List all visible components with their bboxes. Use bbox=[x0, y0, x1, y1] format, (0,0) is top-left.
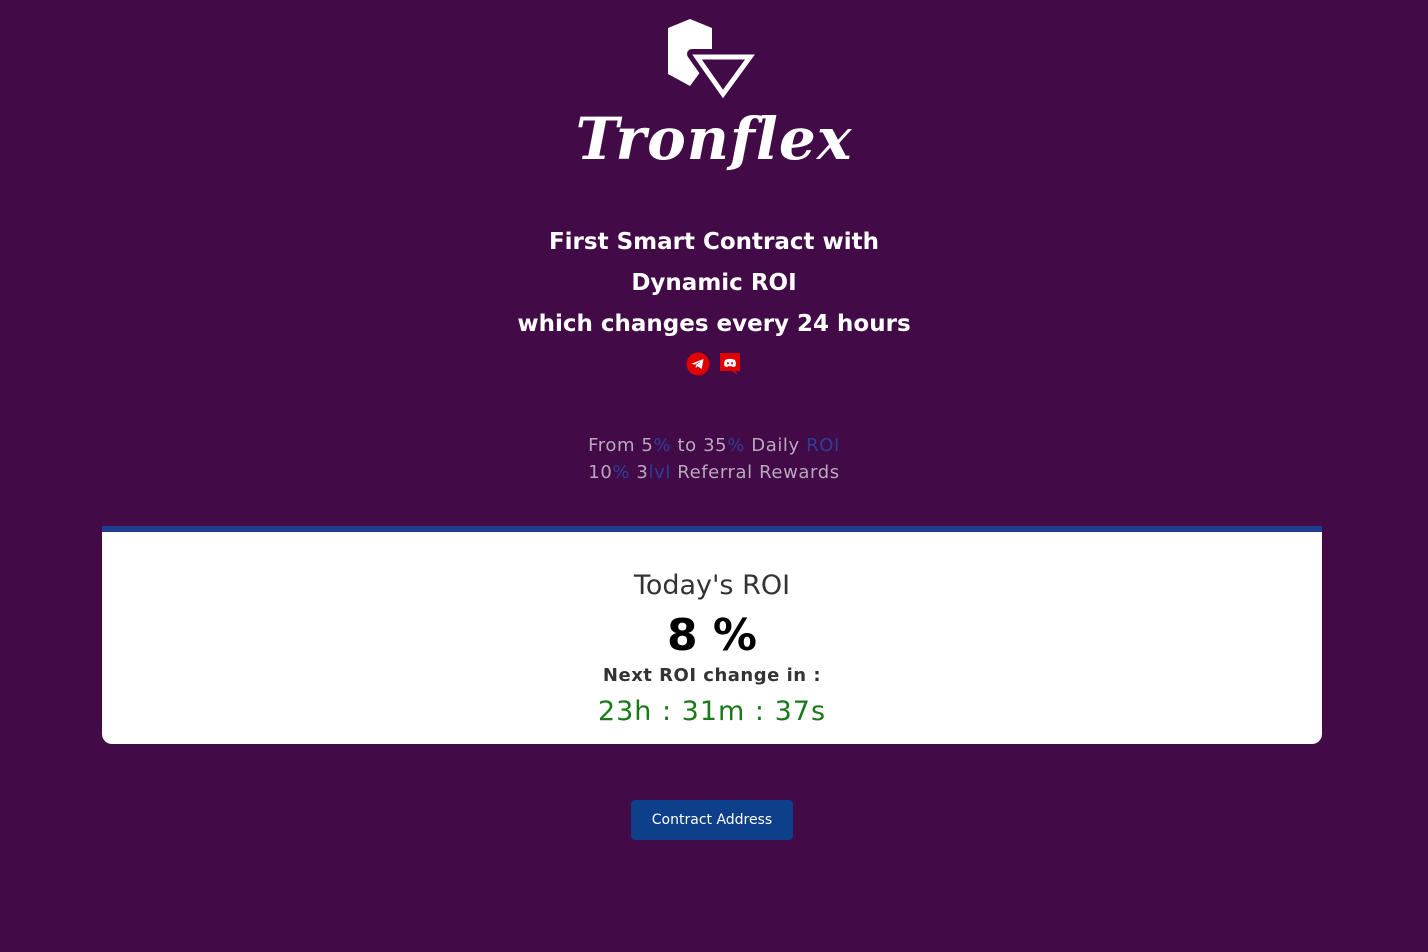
todays-roi-card: Today's ROI 8 % Next ROI change in : 23h… bbox=[102, 526, 1322, 744]
headline-line-1: First Smart Contract with bbox=[548, 229, 880, 255]
tronflex-logo-icon bbox=[668, 19, 759, 103]
feature-highlight: ROI bbox=[806, 435, 840, 456]
roi-countdown: 23h : 31m : 37s bbox=[597, 696, 827, 727]
feature-text: 3 bbox=[630, 462, 649, 483]
feature-text: 10 bbox=[588, 462, 613, 483]
feature-highlight: lvl bbox=[648, 462, 671, 483]
contract-address-button[interactable]: Contract Address bbox=[631, 800, 793, 840]
feature-highlight: % bbox=[727, 435, 745, 456]
telegram-icon[interactable] bbox=[686, 352, 710, 376]
feature-daily-roi: From 5% to 35% Daily ROI bbox=[0, 432, 1428, 459]
headline-line-2: Dynamic ROI bbox=[631, 270, 797, 296]
brand-name: Tronflex bbox=[575, 105, 853, 173]
next-roi-label: Next ROI change in : bbox=[602, 665, 822, 686]
landing-page: Tronflex First Smart Contract with Dynam… bbox=[0, 0, 1428, 952]
feature-referral: 10% 3lvl Referral Rewards bbox=[0, 459, 1428, 486]
feature-text: to 35 bbox=[671, 435, 728, 456]
feature-highlight: % bbox=[653, 435, 672, 456]
social-links bbox=[0, 352, 1428, 376]
discord-icon[interactable] bbox=[718, 352, 742, 376]
feature-highlight: % bbox=[612, 462, 631, 483]
feature-text: Daily bbox=[744, 435, 807, 456]
headline-line-3: which changes every 24 hours bbox=[517, 311, 911, 337]
roi-value: 8 % bbox=[666, 610, 758, 661]
headline: First Smart Contract with Dynamic ROI wh… bbox=[0, 222, 1428, 345]
feature-text: Referral Rewards bbox=[670, 462, 840, 483]
feature-summary: From 5% to 35% Daily ROI 10% 3lvl Referr… bbox=[0, 432, 1428, 486]
feature-text: From 5 bbox=[588, 435, 654, 456]
roi-title: Today's ROI bbox=[633, 570, 791, 601]
